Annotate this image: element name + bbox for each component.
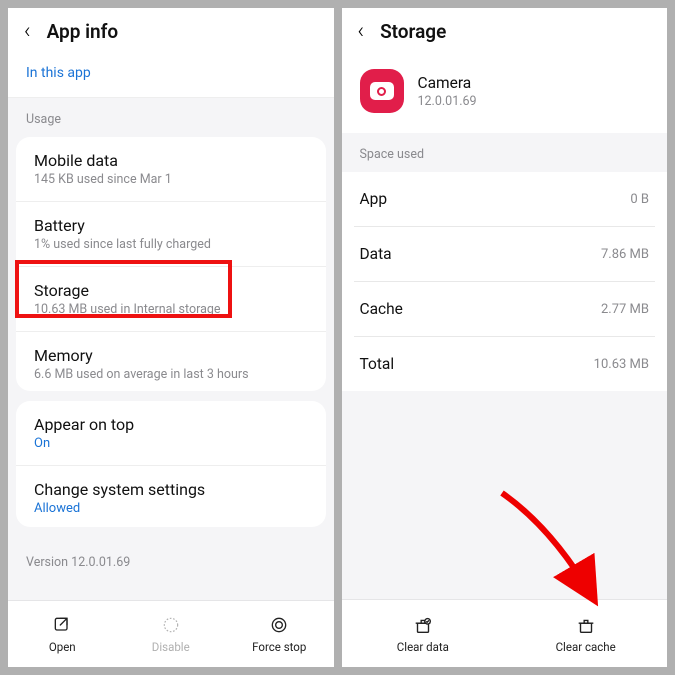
- mobile-data-row[interactable]: Mobile data 145 KB used since Mar 1: [16, 137, 326, 202]
- appear-sub: On: [34, 436, 308, 451]
- app-val: 0 B: [630, 192, 649, 207]
- force-stop-icon: [268, 614, 290, 636]
- clear-cache-icon: [575, 614, 597, 636]
- memory-row[interactable]: Memory 6.6 MB used on average in last 3 …: [16, 332, 326, 391]
- clear-cache-label: Clear cache: [556, 640, 616, 654]
- mobile-data-title: Mobile data: [34, 151, 308, 170]
- storage-row[interactable]: Storage 10.63 MB used in Internal storag…: [16, 267, 326, 332]
- change-settings-row[interactable]: Change system settings Allowed: [16, 466, 326, 527]
- back-icon[interactable]: ‹: [358, 21, 365, 43]
- storage-sub: 10.63 MB used in Internal storage: [34, 302, 308, 317]
- mobile-data-sub: 145 KB used since Mar 1: [34, 172, 308, 187]
- storage-title: Storage: [34, 281, 308, 300]
- memory-title: Memory: [34, 346, 308, 365]
- cache-size-row: Cache 2.77 MB: [354, 282, 656, 337]
- app-key: App: [360, 190, 388, 208]
- memory-sub: 6.6 MB used on average in last 3 hours: [34, 367, 308, 382]
- open-button[interactable]: Open: [8, 601, 117, 667]
- app-info-row: Camera 12.0.01.69: [342, 55, 668, 133]
- total-key: Total: [360, 355, 395, 373]
- change-sub: Allowed: [34, 501, 308, 516]
- space-used-label: Space used: [342, 133, 668, 172]
- usage-label: Usage: [8, 98, 334, 137]
- battery-row[interactable]: Battery 1% used since last fully charged: [16, 202, 326, 267]
- disable-icon: [160, 614, 182, 636]
- appear-title: Appear on top: [34, 415, 308, 434]
- back-icon[interactable]: ‹: [24, 21, 31, 43]
- space-card: App 0 B Data 7.86 MB Cache 2.77 MB Total…: [342, 172, 668, 391]
- camera-app-icon: [360, 69, 404, 113]
- permissions-card: Appear on top On Change system settings …: [16, 401, 326, 527]
- app-size-row: App 0 B: [354, 172, 656, 227]
- app-name: Camera: [418, 74, 477, 92]
- force-stop-button[interactable]: Force stop: [225, 601, 334, 667]
- header: ‹ App info: [8, 8, 334, 55]
- page-title: App info: [47, 20, 119, 43]
- storage-screen: ‹ Storage Camera 12.0.01.69 Space used A…: [342, 8, 668, 667]
- battery-sub: 1% used since last fully charged: [34, 237, 308, 252]
- clear-data-icon: [412, 614, 434, 636]
- battery-title: Battery: [34, 216, 308, 235]
- open-label: Open: [49, 640, 76, 654]
- data-val: 7.86 MB: [601, 247, 649, 262]
- cache-val: 2.77 MB: [601, 302, 649, 317]
- bottom-bar: Clear data Clear cache: [342, 599, 668, 667]
- data-key: Data: [360, 245, 392, 263]
- clear-cache-button[interactable]: Clear cache: [504, 600, 667, 667]
- total-val: 10.63 MB: [594, 357, 649, 372]
- clear-data-label: Clear data: [397, 640, 449, 654]
- header: ‹ Storage: [342, 8, 668, 55]
- version-label: Version 12.0.01.69: [8, 537, 334, 600]
- page-title: Storage: [380, 20, 446, 43]
- in-this-app-link[interactable]: In this app: [8, 55, 334, 98]
- app-version: 12.0.01.69: [418, 94, 477, 109]
- disable-button: Disable: [117, 601, 226, 667]
- disable-label: Disable: [152, 640, 190, 654]
- usage-card: Mobile data 145 KB used since Mar 1 Batt…: [16, 137, 326, 391]
- force-stop-label: Force stop: [252, 640, 306, 654]
- clear-data-button[interactable]: Clear data: [342, 600, 505, 667]
- bottom-bar: Open Disable Force stop: [8, 600, 334, 667]
- change-title: Change system settings: [34, 480, 308, 499]
- cache-key: Cache: [360, 300, 403, 318]
- open-icon: [51, 614, 73, 636]
- total-size-row: Total 10.63 MB: [354, 337, 656, 391]
- appear-on-top-row[interactable]: Appear on top On: [16, 401, 326, 466]
- data-size-row: Data 7.86 MB: [354, 227, 656, 282]
- app-info-screen: ‹ App info In this app Usage Mobile data…: [8, 8, 334, 667]
